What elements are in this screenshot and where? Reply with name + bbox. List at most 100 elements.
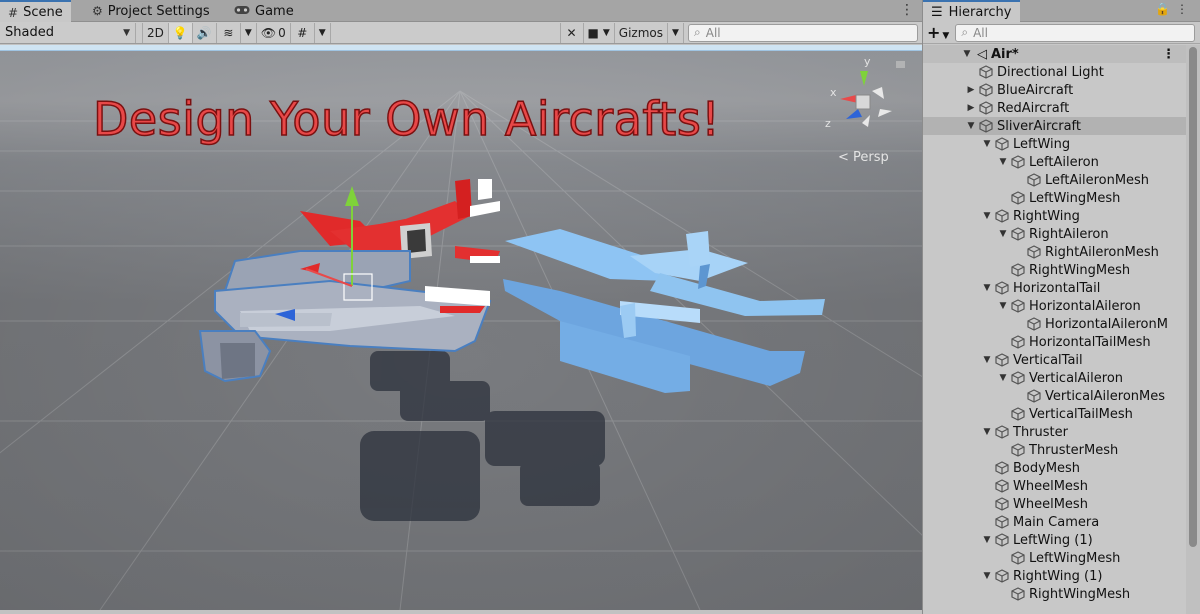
hierarchy-item[interactable]: ▼ VerticalTail bbox=[923, 351, 1187, 369]
gameobject-cube-icon bbox=[995, 209, 1009, 223]
shading-mode-dropdown[interactable]: Shaded ▼ bbox=[0, 22, 136, 43]
gameobject-cube-icon bbox=[995, 533, 1009, 547]
collapsed-arrow-icon[interactable]: ▶ bbox=[965, 103, 977, 113]
tools-button[interactable]: ✕ bbox=[559, 22, 584, 43]
gameobject-cube-icon bbox=[979, 65, 993, 79]
hierarchy-item[interactable]: Main Camera bbox=[923, 513, 1187, 531]
lighting-toggle-button[interactable]: 💡 bbox=[168, 22, 193, 43]
hierarchy-item[interactable]: WheelMesh bbox=[923, 495, 1187, 513]
scene-visibility-toggle[interactable]: 👁 0 bbox=[257, 22, 291, 43]
expanded-arrow-icon[interactable]: ▼ bbox=[981, 355, 993, 365]
lock-icon[interactable]: 🔒 bbox=[1155, 2, 1176, 16]
hierarchy-item[interactable]: WheelMesh bbox=[923, 477, 1187, 495]
hierarchy-item[interactable]: ▼ Thruster bbox=[923, 423, 1187, 441]
hierarchy-item-label: Main Camera bbox=[1013, 514, 1100, 530]
chevron-down-icon: ▼ bbox=[602, 27, 610, 38]
hierarchy-item[interactable]: LeftWingMesh bbox=[923, 189, 1187, 207]
hierarchy-item[interactable]: ▶ RedAircraft bbox=[923, 99, 1187, 117]
hierarchy-search-input[interactable]: ⌕ All bbox=[955, 23, 1196, 42]
hierarchy-item[interactable]: RightAileronMesh bbox=[923, 243, 1187, 261]
scrollbar-thumb[interactable] bbox=[1189, 47, 1197, 547]
hidden-count: 0 bbox=[278, 25, 286, 40]
hierarchy-item-label: RightWing (1) bbox=[1013, 568, 1103, 584]
expanded-arrow-icon[interactable]: ▼ bbox=[981, 535, 993, 545]
gameobject-cube-icon bbox=[1011, 587, 1025, 601]
hierarchy-item[interactable]: BodyMesh bbox=[923, 459, 1187, 477]
audio-toggle-button[interactable]: 🔊 bbox=[193, 22, 217, 43]
hierarchy-scrollbar[interactable] bbox=[1186, 45, 1200, 614]
tab-game[interactable]: Game bbox=[226, 0, 302, 22]
gameobject-cube-icon bbox=[979, 119, 993, 133]
tab-project-settings[interactable]: ⚙ Project Settings bbox=[84, 0, 218, 22]
scene-viewport[interactable]: y x z Design Your Own Aircrafts! < Persp bbox=[0, 51, 922, 610]
expanded-arrow-icon[interactable]: ▼ bbox=[997, 373, 1009, 383]
menu-kebab-icon[interactable]: ⋮ bbox=[1176, 2, 1194, 16]
chevron-down-icon: ▼ bbox=[942, 31, 950, 41]
hierarchy-item[interactable]: ThrusterMesh bbox=[923, 441, 1187, 459]
hierarchy-item[interactable]: ▼ RightAileron bbox=[923, 225, 1187, 243]
hierarchy-item[interactable]: ▼ SliverAircraft bbox=[923, 117, 1187, 135]
hierarchy-item[interactable]: ▼ LeftWing bbox=[923, 135, 1187, 153]
scene-search-input[interactable]: ⌕ All bbox=[688, 23, 918, 42]
hierarchy-item-label: LeftWing (1) bbox=[1013, 532, 1093, 548]
hierarchy-item[interactable]: ▶ BlueAircraft bbox=[923, 81, 1187, 99]
hierarchy-item[interactable]: ▼ HorizontalTail bbox=[923, 279, 1187, 297]
tab-hierarchy-label: Hierarchy bbox=[948, 5, 1012, 20]
hierarchy-item[interactable]: VerticalAileronMes bbox=[923, 387, 1187, 405]
expanded-arrow-icon[interactable]: ▼ bbox=[997, 229, 1009, 239]
collapsed-arrow-icon[interactable]: ▶ bbox=[965, 85, 977, 95]
add-button[interactable]: + ▼ bbox=[927, 23, 949, 42]
gameobject-cube-icon bbox=[995, 281, 1009, 295]
tab-scene[interactable]: # Scene bbox=[0, 0, 71, 23]
hierarchy-item[interactable]: ▼ HorizontalAileron bbox=[923, 297, 1187, 315]
gameobject-cube-icon bbox=[1027, 389, 1041, 403]
scene-menu-kebab-icon[interactable]: ⋮ bbox=[1162, 47, 1175, 62]
hierarchy-item[interactable]: HorizontalTailMesh bbox=[923, 333, 1187, 351]
gameobject-cube-icon bbox=[1011, 371, 1025, 385]
2d-toggle-label: 2D bbox=[147, 25, 164, 40]
scene-menu-icon[interactable]: ⋮ bbox=[900, 2, 914, 18]
hierarchy-item[interactable]: ▼ RightWing bbox=[923, 207, 1187, 225]
expanded-arrow-icon[interactable]: ▼ bbox=[997, 301, 1009, 311]
gizmos-label: Gizmos bbox=[618, 25, 663, 40]
2d-toggle-button[interactable]: 2D bbox=[142, 22, 169, 43]
tab-project-settings-label: Project Settings bbox=[107, 3, 210, 19]
hierarchy-item-label: VerticalAileronMes bbox=[1045, 388, 1166, 404]
hierarchy-item-label: LeftWingMesh bbox=[1029, 190, 1121, 206]
hierarchy-item[interactable]: LeftAileronMesh bbox=[923, 171, 1187, 189]
hierarchy-item-label: ThrusterMesh bbox=[1029, 442, 1119, 458]
layers-icon: ≋ bbox=[223, 25, 234, 40]
hierarchy-item[interactable]: RightWingMesh bbox=[923, 585, 1187, 603]
tab-hierarchy[interactable]: ☰ Hierarchy bbox=[923, 0, 1020, 23]
expanded-arrow-icon[interactable]: ▼ bbox=[981, 211, 993, 221]
hierarchy-item[interactable]: ▼ RightWing (1) bbox=[923, 567, 1187, 585]
hierarchy-item[interactable]: ▼ VerticalAileron bbox=[923, 369, 1187, 387]
expanded-arrow-icon[interactable]: ▼ bbox=[965, 121, 977, 131]
grid-dropdown[interactable]: ▼ bbox=[315, 22, 331, 43]
expanded-arrow-icon[interactable]: ▼ bbox=[981, 571, 993, 581]
expanded-arrow-icon[interactable]: ▼ bbox=[981, 427, 993, 437]
hierarchy-item[interactable]: ▼ LeftAileron bbox=[923, 153, 1187, 171]
hierarchy-item[interactable]: LeftWingMesh bbox=[923, 549, 1187, 567]
hierarchy-item[interactable]: Directional Light bbox=[923, 63, 1187, 81]
hierarchy-item-label: RightAileronMesh bbox=[1045, 244, 1159, 260]
camera-button[interactable]: ■ ▼ bbox=[584, 22, 615, 43]
hierarchy-item-label: HorizontalTailMesh bbox=[1029, 334, 1151, 350]
effects-toggle-button[interactable]: ≋ bbox=[217, 22, 241, 43]
gizmos-button[interactable]: Gizmos bbox=[615, 22, 668, 43]
grid-icon: # bbox=[8, 5, 19, 20]
expanded-arrow-icon[interactable]: ▼ bbox=[997, 157, 1009, 167]
hierarchy-item[interactable]: RightWingMesh bbox=[923, 261, 1187, 279]
projection-toggle[interactable]: < Persp bbox=[838, 150, 889, 165]
scene-search-placeholder: All bbox=[705, 25, 721, 40]
grid-snap-button[interactable]: # bbox=[291, 22, 315, 43]
expanded-arrow-icon[interactable]: ▼ bbox=[981, 283, 993, 293]
gameobject-cube-icon bbox=[979, 83, 993, 97]
hierarchy-item[interactable]: ▼ LeftWing (1) bbox=[923, 531, 1187, 549]
hierarchy-item[interactable]: VerticalTailMesh bbox=[923, 405, 1187, 423]
scene-row[interactable]: ▼ ◁ Air* ⋮ bbox=[923, 45, 1187, 63]
expanded-arrow-icon[interactable]: ▼ bbox=[981, 139, 993, 149]
effects-dropdown[interactable]: ▼ bbox=[241, 22, 257, 43]
gizmos-dropdown[interactable]: ▼ bbox=[668, 22, 684, 43]
hierarchy-item[interactable]: HorizontalAileronM bbox=[923, 315, 1187, 333]
